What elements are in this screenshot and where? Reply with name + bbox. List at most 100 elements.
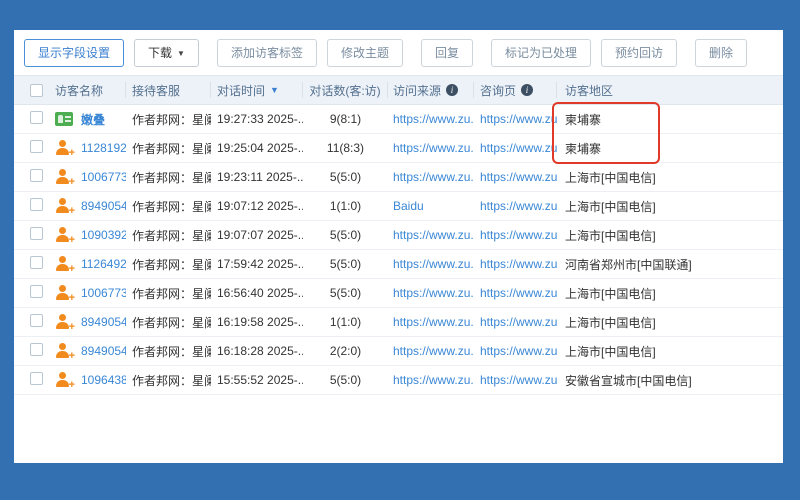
visitor-region-cell: 柬埔寨 <box>557 140 783 157</box>
visit-source-link[interactable]: https://www.zu... <box>388 344 474 358</box>
consult-page-link[interactable]: https://www.zu... <box>474 373 557 387</box>
consult-page-link[interactable]: https://www.zu... <box>474 315 557 329</box>
row-checkbox[interactable] <box>30 227 43 240</box>
consult-page-link[interactable]: https://www.zu... <box>474 141 557 155</box>
delete-button[interactable]: 删除 <box>695 39 747 67</box>
row-checkbox[interactable] <box>30 198 43 211</box>
person-add-icon: + <box>55 140 72 156</box>
visitor-region-cell: 上海市[中国电信] <box>557 169 783 186</box>
row-checkbox[interactable] <box>30 256 43 269</box>
table-header-row: 访客名称 接待客服 对话时间▼ 对话数(客:访) 访问来源i 咨询页i 访客地区 <box>14 75 783 105</box>
message-count-cell: 9(8:1) <box>303 112 388 126</box>
person-add-icon: + <box>55 372 72 388</box>
col-header-agent[interactable]: 接待客服 <box>126 82 211 98</box>
visitor-region-cell: 上海市[中国电信] <box>557 227 783 244</box>
contact-card-icon <box>55 112 73 126</box>
row-checkbox[interactable] <box>30 111 43 124</box>
select-all-checkbox[interactable] <box>30 84 43 97</box>
visitor-region-cell: 柬埔寨 <box>557 111 783 128</box>
consult-page-link[interactable]: https://www.zu... <box>474 199 557 213</box>
col-header-message-count[interactable]: 对话数(客:访) <box>303 82 388 98</box>
visit-source-link[interactable]: https://www.zu... <box>388 373 474 387</box>
table-row: + 10964383... 作者邦网：星阑 15:55:52 2025-... … <box>14 366 783 395</box>
visit-source-link[interactable]: Baidu <box>388 199 474 213</box>
info-icon[interactable]: i <box>446 84 458 96</box>
message-count-cell: 1(1:0) <box>303 315 388 329</box>
agent-cell: 作者邦网：星阑 <box>126 314 211 331</box>
consult-page-link[interactable]: https://www.zu... <box>474 257 557 271</box>
visitor-name-link[interactable]: 89490549... <box>81 315 126 329</box>
row-checkbox[interactable] <box>30 343 43 356</box>
consult-page-link[interactable]: https://www.zu... <box>474 344 557 358</box>
visitor-name-link[interactable]: 89490549... <box>81 344 126 358</box>
table-row: + 89490549... 作者邦网：星阑 16:18:28 2025-... … <box>14 337 783 366</box>
mark-processed-button[interactable]: 标记为已处理 <box>491 39 591 67</box>
consult-page-link[interactable]: https://www.zu... <box>474 112 557 126</box>
col-header-visitor-region[interactable]: 访客地区 <box>557 82 783 98</box>
visitor-name-link[interactable]: 嫩叠 <box>81 111 105 128</box>
row-checkbox[interactable] <box>30 285 43 298</box>
message-count-cell: 11(8:3) <box>303 141 388 155</box>
agent-cell: 作者邦网：星阑 <box>126 285 211 302</box>
download-dropdown-button[interactable]: 下载▼ <box>134 39 199 67</box>
col-header-chat-time[interactable]: 对话时间▼ <box>211 82 303 98</box>
agent-cell: 作者邦网：星阑 <box>126 198 211 215</box>
agent-cell: 作者邦网：星阑 <box>126 372 211 389</box>
agent-cell: 作者邦网：星阑 <box>126 169 211 186</box>
visitor-name-link[interactable]: 10903927... <box>81 228 126 242</box>
consult-page-link[interactable]: https://www.zu... <box>474 228 557 242</box>
table-row: + 89490549... 作者邦网：星阑 16:19:58 2025-... … <box>14 308 783 337</box>
person-add-icon: + <box>55 198 72 214</box>
caret-down-icon: ▼ <box>177 49 185 58</box>
visit-source-link[interactable]: https://www.zu... <box>388 315 474 329</box>
info-icon[interactable]: i <box>521 84 533 96</box>
visitor-name-link[interactable]: 10964383... <box>81 373 126 387</box>
add-visitor-tag-button[interactable]: 添加访客标签 <box>217 39 317 67</box>
row-checkbox[interactable] <box>30 314 43 327</box>
select-all-cell <box>14 82 50 98</box>
row-checkbox[interactable] <box>30 140 43 153</box>
col-header-consult-page[interactable]: 咨询页i <box>474 82 557 98</box>
visitor-region-cell: 河南省郑州市[中国联通] <box>557 256 783 273</box>
person-add-icon: + <box>55 285 72 301</box>
visitor-name-link[interactable]: 10067732... <box>81 286 126 300</box>
display-field-settings-button[interactable]: 显示字段设置 <box>24 39 124 67</box>
visitor-records-panel: 显示字段设置 下载▼ 添加访客标签 修改主题 回复 标记为已处理 预约回访 删除… <box>14 30 783 463</box>
col-header-visitor-name[interactable]: 访客名称 <box>50 82 126 98</box>
table-body: + 嫩叠 作者邦网：星阑 19:27:33 2025-... 9(8:1) ht… <box>14 105 783 395</box>
visitor-region-cell: 上海市[中国电信] <box>557 343 783 360</box>
visitor-name-link[interactable]: 11281922... <box>81 141 126 155</box>
table-row: + 11281922... 作者邦网：星阑 19:25:04 2025-... … <box>14 134 783 163</box>
visit-source-link[interactable]: https://www.zu... <box>388 228 474 242</box>
table-row: + 10067732... 作者邦网：星阑 19:23:11 2025-... … <box>14 163 783 192</box>
visitor-name-link[interactable]: 11264929... <box>81 257 126 271</box>
chat-time-cell: 15:55:52 2025-... <box>211 373 303 387</box>
message-count-cell: 5(5:0) <box>303 170 388 184</box>
chat-time-cell: 19:27:33 2025-... <box>211 112 303 126</box>
row-checkbox[interactable] <box>30 372 43 385</box>
chat-time-cell: 19:25:04 2025-... <box>211 141 303 155</box>
person-add-icon: + <box>55 227 72 243</box>
agent-cell: 作者邦网：星阑 <box>126 256 211 273</box>
reply-button[interactable]: 回复 <box>421 39 473 67</box>
col-header-visit-source[interactable]: 访问来源i <box>388 82 474 98</box>
visitor-name-link[interactable]: 10067732... <box>81 170 126 184</box>
visitor-name-link[interactable]: 89490549... <box>81 199 126 213</box>
visit-source-link[interactable]: https://www.zu... <box>388 257 474 271</box>
message-count-cell: 5(5:0) <box>303 286 388 300</box>
modify-subject-button[interactable]: 修改主题 <box>327 39 403 67</box>
visit-source-link[interactable]: https://www.zu... <box>388 170 474 184</box>
visitor-region-cell: 上海市[中国电信] <box>557 198 783 215</box>
schedule-callback-button[interactable]: 预约回访 <box>601 39 677 67</box>
visit-source-link[interactable]: https://www.zu... <box>388 286 474 300</box>
agent-cell: 作者邦网：星阑 <box>126 111 211 128</box>
chat-time-cell: 19:07:12 2025-... <box>211 199 303 213</box>
chat-time-cell: 19:07:07 2025-... <box>211 228 303 242</box>
person-add-icon: + <box>55 256 72 272</box>
visit-source-link[interactable]: https://www.zu... <box>388 141 474 155</box>
row-checkbox[interactable] <box>30 169 43 182</box>
visitor-region-cell: 上海市[中国电信] <box>557 285 783 302</box>
consult-page-link[interactable]: https://www.zu... <box>474 286 557 300</box>
consult-page-link[interactable]: https://www.zu... <box>474 170 557 184</box>
visit-source-link[interactable]: https://www.zu... <box>388 112 474 126</box>
